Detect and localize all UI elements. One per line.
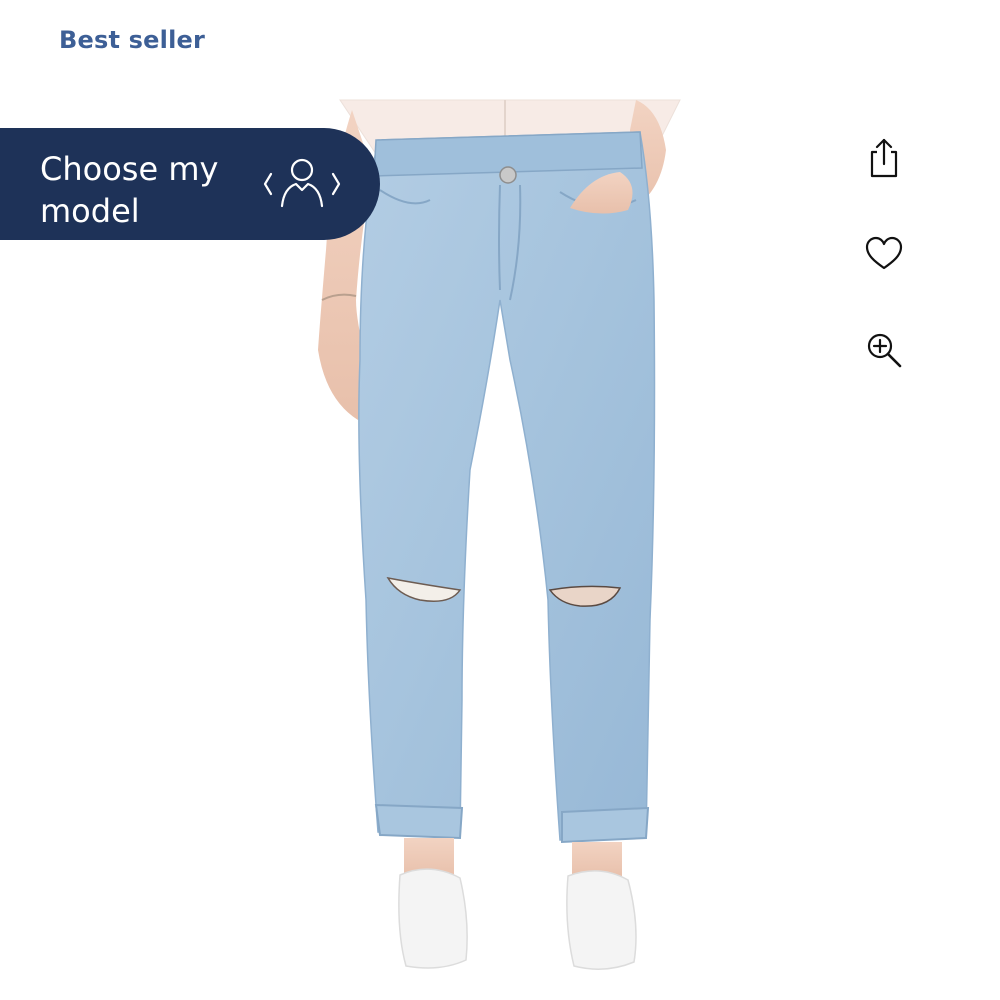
zoom-in-icon[interactable] <box>860 326 908 374</box>
person-switch-icon <box>263 158 341 208</box>
choose-my-model-label: Choose my model <box>40 150 219 230</box>
sneaker-left <box>398 868 468 969</box>
choose-my-model-button[interactable]: Choose my model <box>0 128 380 240</box>
sneaker-right <box>566 870 637 970</box>
best-seller-badge: Best seller <box>59 26 206 54</box>
jeans <box>358 131 656 841</box>
heart-icon[interactable] <box>860 230 908 278</box>
share-icon[interactable] <box>860 134 908 182</box>
